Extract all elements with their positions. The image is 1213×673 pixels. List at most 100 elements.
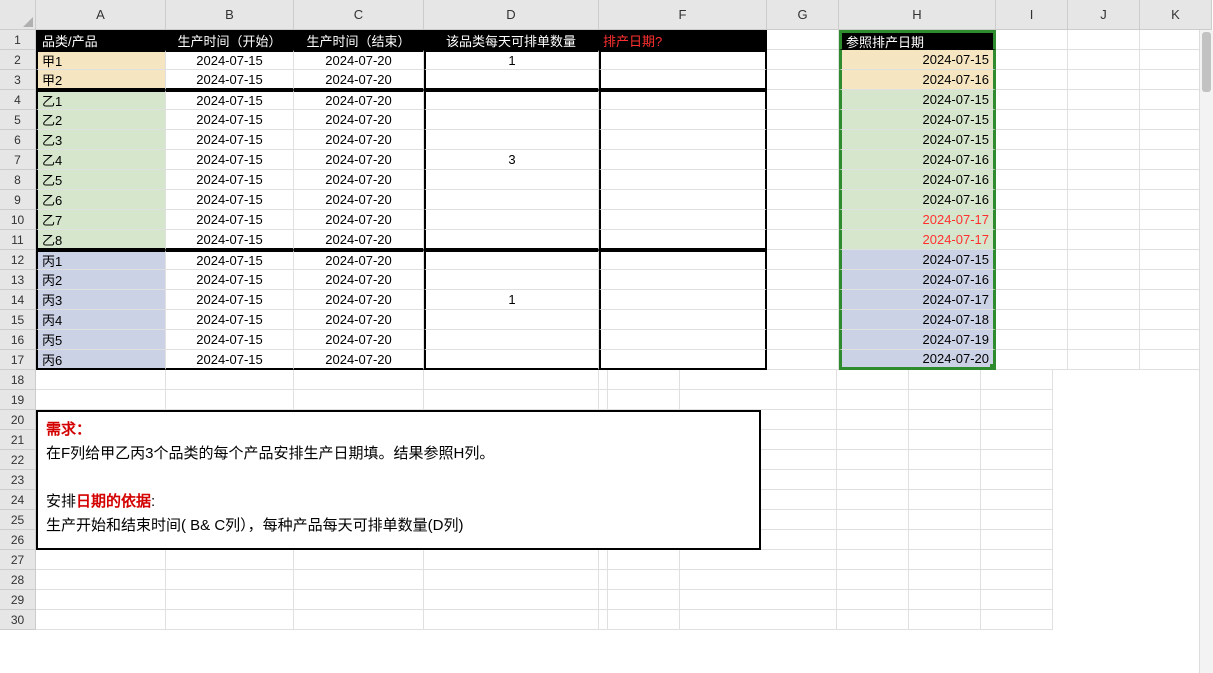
cell-I10[interactable]	[996, 210, 1068, 230]
cell-I28[interactable]	[837, 570, 909, 590]
cell-J19[interactable]	[909, 390, 981, 410]
cell-D28[interactable]	[424, 570, 599, 590]
col-header-G[interactable]: G	[767, 0, 839, 29]
cell-K22[interactable]	[981, 450, 1053, 470]
fill-handle[interactable]	[990, 364, 996, 370]
row-header-8[interactable]: 8	[0, 170, 35, 190]
cell-C13[interactable]: 2024-07-20	[294, 270, 424, 290]
row-header-12[interactable]: 12	[0, 250, 35, 270]
cell-J28[interactable]	[909, 570, 981, 590]
cell-F13[interactable]	[599, 270, 767, 290]
cell-A5[interactable]: 乙2	[36, 110, 166, 130]
cell-A28[interactable]	[36, 570, 166, 590]
cell-J25[interactable]	[909, 510, 981, 530]
cell-B6[interactable]: 2024-07-15	[166, 130, 294, 150]
cell-A18[interactable]	[36, 370, 166, 390]
cell-F12[interactable]	[599, 250, 767, 270]
cell-B19[interactable]	[166, 390, 294, 410]
cell-J30[interactable]	[909, 610, 981, 630]
row-header-15[interactable]: 15	[0, 310, 35, 330]
cell-C6[interactable]: 2024-07-20	[294, 130, 424, 150]
cell-J22[interactable]	[909, 450, 981, 470]
col-header-A[interactable]: A	[36, 0, 166, 29]
cell-C8[interactable]: 2024-07-20	[294, 170, 424, 190]
col-header-K[interactable]: K	[1140, 0, 1212, 29]
cell-G15[interactable]	[767, 310, 839, 330]
cell-I1[interactable]	[996, 30, 1068, 50]
cell-C19[interactable]	[294, 390, 424, 410]
cell-F15[interactable]	[599, 310, 767, 330]
cell-A2[interactable]: 甲1	[36, 50, 166, 70]
cell-D15[interactable]	[424, 310, 599, 330]
cell-A13[interactable]: 丙2	[36, 270, 166, 290]
cell-G28[interactable]	[608, 570, 680, 590]
cell-I16[interactable]	[996, 330, 1068, 350]
cell-H18[interactable]	[680, 370, 837, 390]
cell-K28[interactable]	[981, 570, 1053, 590]
cell-A3[interactable]: 甲2	[36, 70, 166, 90]
row-header-7[interactable]: 7	[0, 150, 35, 170]
header-B[interactable]: 生产时间（开始）	[166, 30, 294, 50]
cell-G1[interactable]	[767, 30, 839, 50]
cell-D5[interactable]	[424, 110, 599, 130]
cell-A15[interactable]: 丙4	[36, 310, 166, 330]
cell-B10[interactable]: 2024-07-15	[166, 210, 294, 230]
cell-A6[interactable]: 乙3	[36, 130, 166, 150]
cell-J9[interactable]	[1068, 190, 1140, 210]
cell-G27[interactable]	[608, 550, 680, 570]
cell-K29[interactable]	[981, 590, 1053, 610]
row-header-30[interactable]: 30	[0, 610, 35, 630]
cell-I22[interactable]	[837, 450, 909, 470]
cell-H3[interactable]: 2024-07-16	[839, 70, 996, 90]
cell-H10[interactable]: 2024-07-17	[839, 210, 996, 230]
cell-G29[interactable]	[608, 590, 680, 610]
cell-H19[interactable]	[680, 390, 837, 410]
cell-J20[interactable]	[909, 410, 981, 430]
cell-I24[interactable]	[837, 490, 909, 510]
cell-A14[interactable]: 丙3	[36, 290, 166, 310]
cell-I21[interactable]	[837, 430, 909, 450]
cell-B8[interactable]: 2024-07-15	[166, 170, 294, 190]
cell-I19[interactable]	[837, 390, 909, 410]
cell-J7[interactable]	[1068, 150, 1140, 170]
cell-H27[interactable]	[680, 550, 837, 570]
cell-K25[interactable]	[981, 510, 1053, 530]
cell-J21[interactable]	[909, 430, 981, 450]
cell-D30[interactable]	[424, 610, 599, 630]
cell-I9[interactable]	[996, 190, 1068, 210]
cell-D9[interactable]	[424, 190, 599, 210]
row-header-26[interactable]: 26	[0, 530, 35, 550]
cell-F18[interactable]	[599, 370, 608, 390]
cell-I5[interactable]	[996, 110, 1068, 130]
cell-H7[interactable]: 2024-07-16	[839, 150, 996, 170]
cell-J5[interactable]	[1068, 110, 1140, 130]
row-header-18[interactable]: 18	[0, 370, 35, 390]
cell-C14[interactable]: 2024-07-20	[294, 290, 424, 310]
cell-G2[interactable]	[767, 50, 839, 70]
cell-B9[interactable]: 2024-07-15	[166, 190, 294, 210]
cell-H8[interactable]: 2024-07-16	[839, 170, 996, 190]
cell-A16[interactable]: 丙5	[36, 330, 166, 350]
cell-J24[interactable]	[909, 490, 981, 510]
cell-J2[interactable]	[1068, 50, 1140, 70]
cell-D3[interactable]	[424, 70, 599, 90]
cell-J12[interactable]	[1068, 250, 1140, 270]
cell-G9[interactable]	[767, 190, 839, 210]
cell-G12[interactable]	[767, 250, 839, 270]
cell-A11[interactable]: 乙8	[36, 230, 166, 250]
cell-I30[interactable]	[837, 610, 909, 630]
cell-D4[interactable]	[424, 90, 599, 110]
header-H[interactable]: 参照排产日期	[839, 30, 996, 50]
cell-H15[interactable]: 2024-07-18	[839, 310, 996, 330]
cell-J10[interactable]	[1068, 210, 1140, 230]
cell-D14[interactable]: 1	[424, 290, 599, 310]
cell-H14[interactable]: 2024-07-17	[839, 290, 996, 310]
row-header-5[interactable]: 5	[0, 110, 35, 130]
cell-K27[interactable]	[981, 550, 1053, 570]
cell-H9[interactable]: 2024-07-16	[839, 190, 996, 210]
cell-B16[interactable]: 2024-07-15	[166, 330, 294, 350]
cell-C2[interactable]: 2024-07-20	[294, 50, 424, 70]
cell-B15[interactable]: 2024-07-15	[166, 310, 294, 330]
cell-I20[interactable]	[837, 410, 909, 430]
cell-I6[interactable]	[996, 130, 1068, 150]
